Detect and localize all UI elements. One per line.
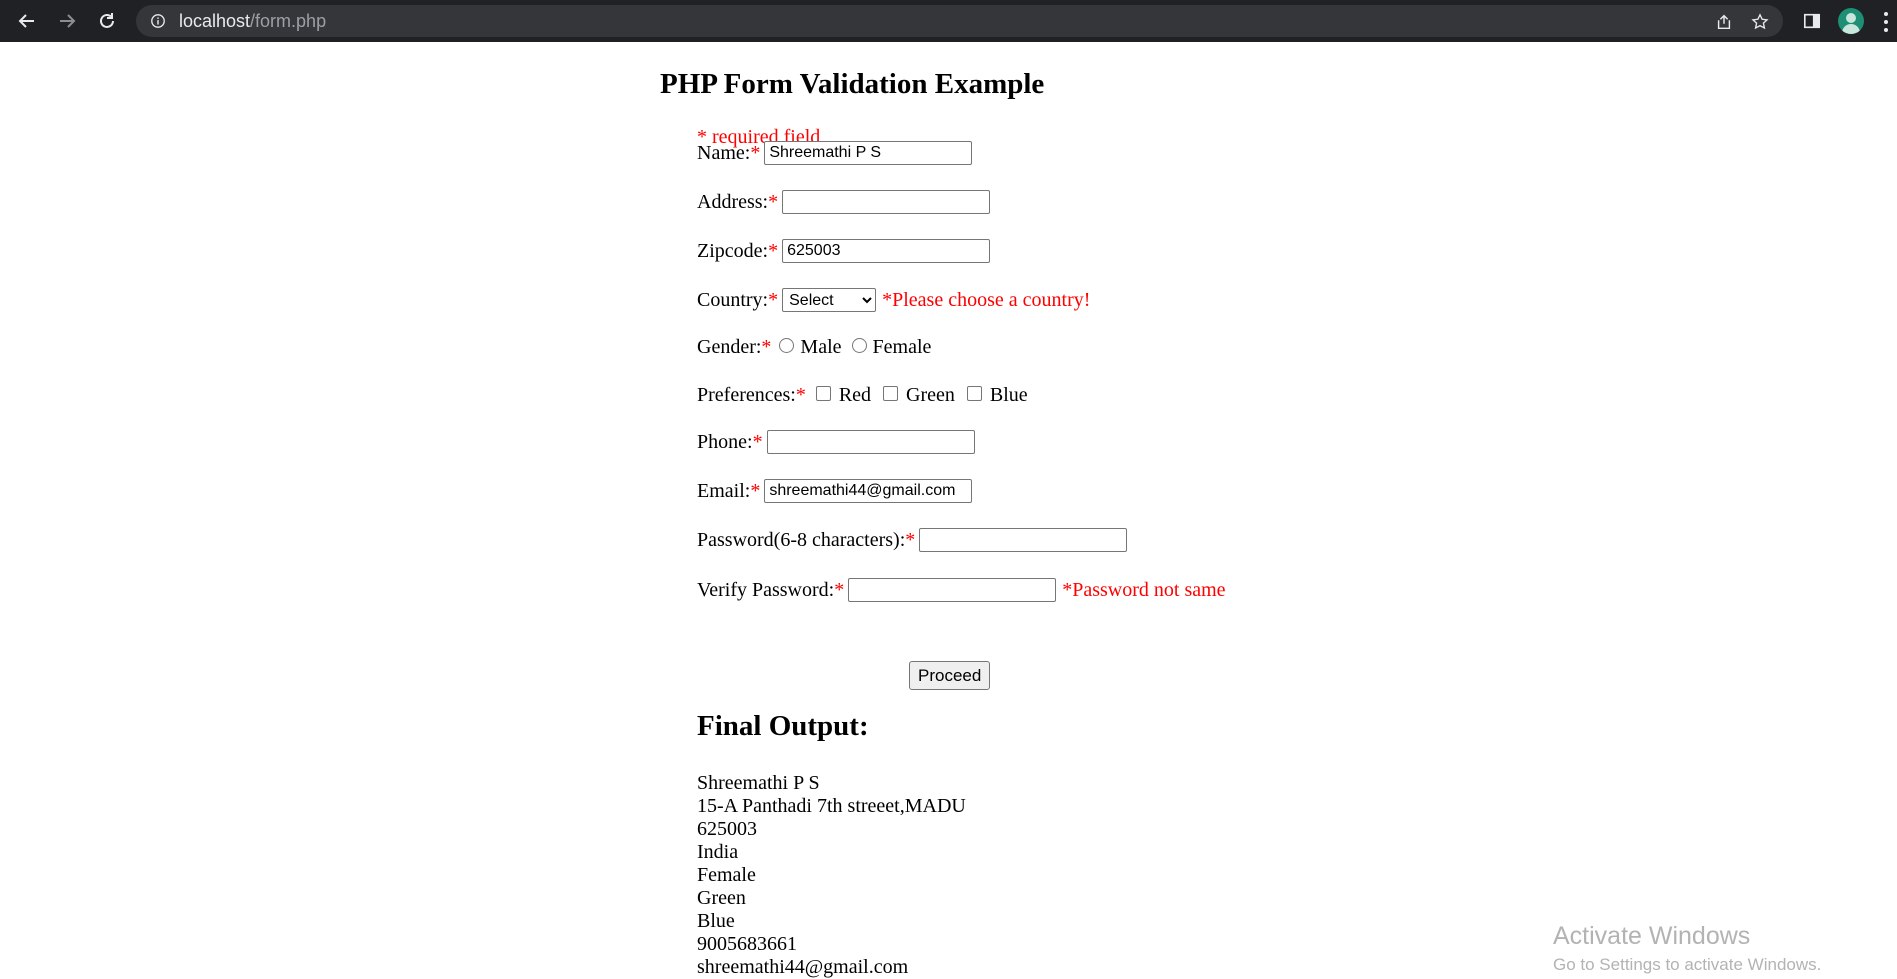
forward-arrow-icon[interactable]	[54, 8, 80, 34]
verify-password-error: *Password not same	[1062, 578, 1226, 601]
share-icon[interactable]	[1713, 11, 1735, 33]
gender-radio-female[interactable]	[851, 338, 867, 353]
profile-avatar[interactable]	[1838, 8, 1864, 34]
reload-icon[interactable]	[94, 8, 120, 34]
address-bar[interactable]: localhost/form.php	[136, 5, 1783, 37]
output-line: 15-A Panthadi 7th streeet,MADU	[697, 795, 966, 817]
back-arrow-icon[interactable]	[14, 8, 40, 34]
email-label: Email:	[697, 479, 751, 502]
phone-row: Phone: *	[697, 430, 975, 454]
preference-option-label: Blue	[989, 384, 1028, 406]
required-star: *	[752, 430, 763, 453]
name-row: Name: *	[697, 141, 973, 165]
preference-checkbox-red[interactable]	[815, 386, 831, 401]
zipcode-input[interactable]	[782, 239, 991, 263]
required-star: *	[761, 336, 772, 358]
output-line: 9005683661	[697, 933, 797, 955]
country-error: *Please choose a country!	[882, 288, 1091, 311]
output-line: Shreemathi P S	[697, 772, 820, 794]
required-star: *	[768, 288, 779, 311]
bookmark-star-icon[interactable]	[1749, 11, 1771, 33]
phone-label: Phone:	[697, 430, 753, 453]
preference-checkbox-green[interactable]	[883, 386, 899, 401]
name-input[interactable]	[764, 141, 973, 165]
required-star: *	[795, 384, 806, 406]
menu-kebab-icon[interactable]	[1884, 12, 1888, 32]
email-input[interactable]	[764, 479, 973, 503]
preference-option-label: Green	[906, 384, 955, 406]
page-content: PHP Form Validation Example * required f…	[0, 42, 1897, 979]
required-star: *	[750, 479, 761, 502]
watermark-title: Activate Windows	[1553, 922, 1751, 950]
password-input[interactable]	[919, 528, 1128, 552]
preference-option-label: Red	[838, 384, 872, 406]
activate-windows-watermark: Activate Windows Go to Settings to activ…	[1553, 922, 1821, 975]
browser-toolbar: localhost/form.php	[0, 0, 1897, 42]
verify-password-input[interactable]	[848, 578, 1057, 602]
email-row: Email: *	[697, 479, 973, 503]
country-row: Country: * Select *Please choose a count…	[697, 288, 1090, 312]
password-label: Password(6-8 characters):	[697, 528, 906, 551]
final-output-heading: Final Output:	[697, 710, 869, 742]
country-label: Country:	[697, 288, 769, 311]
final-output-list: Shreemathi P S 15-A Panthadi 7th streeet…	[697, 772, 966, 979]
output-line: Female	[697, 864, 756, 886]
url-text: localhost/form.php	[179, 10, 327, 31]
password-row: Password(6-8 characters): *	[697, 528, 1128, 552]
phone-input[interactable]	[766, 430, 975, 454]
required-star: *	[750, 141, 761, 164]
address-label: Address:	[697, 190, 769, 213]
preferences-row: Preferences: * Red Green Blue	[697, 384, 1034, 407]
preferences-label: Preferences:	[697, 384, 796, 406]
gender-option-label: Female	[872, 336, 932, 358]
watermark-subtitle: Go to Settings to activate Windows.	[1553, 955, 1822, 974]
verify-password-row: Verify Password: * *Password not same	[697, 578, 1226, 602]
zipcode-label: Zipcode:	[697, 239, 769, 262]
required-star: *	[905, 528, 916, 551]
output-line: Blue	[697, 910, 735, 932]
site-info-icon[interactable]	[149, 12, 167, 30]
page-title: PHP Form Validation Example	[660, 68, 1045, 100]
output-line: Green	[697, 887, 746, 909]
output-line: shreemathi44@gmail.com	[697, 956, 909, 978]
gender-radio-male[interactable]	[779, 338, 795, 353]
output-line: 625003	[697, 818, 757, 840]
gender-row: Gender: * Male Female	[697, 336, 937, 359]
proceed-button[interactable]: Proceed	[909, 661, 991, 690]
gender-option-label: Male	[800, 336, 842, 358]
required-star: *	[768, 190, 779, 213]
output-line: India	[697, 841, 739, 863]
address-input[interactable]	[782, 190, 991, 214]
required-star: *	[768, 239, 779, 262]
preference-checkbox-blue[interactable]	[966, 386, 982, 401]
address-row: Address: *	[697, 190, 991, 214]
zipcode-row: Zipcode: *	[697, 239, 991, 263]
gender-label: Gender:	[697, 336, 762, 358]
country-select[interactable]: Select	[782, 288, 877, 312]
side-panel-icon[interactable]	[1799, 8, 1825, 34]
required-star: *	[834, 578, 845, 601]
name-label: Name:	[697, 141, 751, 164]
verify-password-label: Verify Password:	[697, 578, 835, 601]
